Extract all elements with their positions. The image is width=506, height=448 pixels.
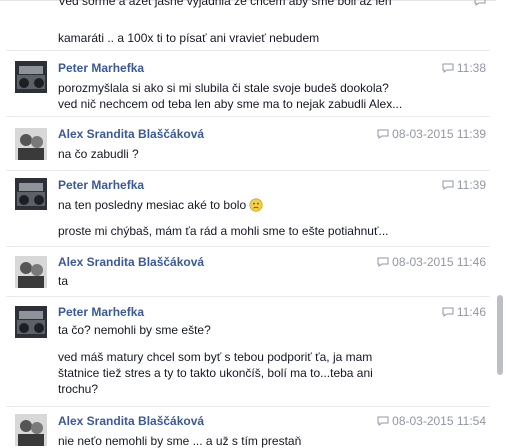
scrollbar-thumb[interactable] bbox=[497, 295, 503, 375]
message-group: Peter Marhefka 11:38 porozmyšlala si ako… bbox=[0, 50, 496, 116]
message-text: porozmyšlala si ako si mi slubila či sta… bbox=[58, 81, 389, 95]
author-name[interactable]: Peter Marhefka bbox=[58, 178, 144, 192]
message-text: štatnice tiež stres a ty to takto ukončí… bbox=[58, 366, 373, 380]
message-group: Alex Srandita Blaščáková 08-03-2015 11:4… bbox=[0, 246, 496, 296]
avatar[interactable] bbox=[15, 61, 47, 93]
avatar[interactable] bbox=[15, 128, 47, 160]
message-text-with-emoji: na ten posledny mesiac aké to bolo bbox=[58, 197, 264, 216]
timestamp-text: 11:46 bbox=[456, 305, 486, 319]
message-group: Peter Marhefka 11:39 na ten posledny mes… bbox=[0, 170, 496, 246]
message-text: ved nič nechcem od teba len aby sme ma t… bbox=[58, 97, 403, 111]
separator bbox=[6, 296, 490, 297]
timestamp-text: 11:39 bbox=[456, 178, 486, 192]
message-bubble-icon bbox=[474, 0, 486, 9]
author-name[interactable]: Alex Srandita Blaščáková bbox=[58, 414, 204, 428]
separator bbox=[6, 50, 490, 51]
author-name[interactable]: Alex Srandita Blaščáková bbox=[58, 255, 204, 269]
avatar[interactable] bbox=[15, 256, 47, 288]
message-bubble-icon bbox=[377, 256, 389, 270]
message-bubble-icon bbox=[377, 128, 389, 142]
chat-conversation: Ved sorme a azet jasne vyjadrila ze chce… bbox=[0, 0, 496, 448]
message-timestamp: 08-03-2015 11:54 bbox=[377, 414, 486, 429]
avatar[interactable] bbox=[15, 306, 47, 338]
message-group: Peter Marhefka 11:46 ta čo? nemohli by s… bbox=[0, 296, 496, 406]
message-bubble-icon bbox=[442, 306, 454, 320]
avatar-photo bbox=[15, 414, 47, 446]
author-name[interactable]: Peter Marhefka bbox=[58, 305, 144, 319]
message-text: ta bbox=[58, 274, 69, 288]
separator bbox=[6, 170, 490, 171]
message-text: ta čo? nemohli by sme ešte? bbox=[58, 323, 211, 337]
slightly-frowning-face-icon bbox=[249, 198, 264, 216]
message-text: proste mi chýbaš, mám ťa rád a mohli sme… bbox=[58, 224, 389, 238]
message-text: na čo zabudli ? bbox=[58, 147, 139, 161]
avatar[interactable] bbox=[15, 178, 47, 210]
avatar[interactable] bbox=[15, 414, 47, 446]
message-bubble-icon bbox=[442, 179, 454, 193]
avatar-photo bbox=[15, 178, 47, 210]
message-group: Alex Srandita Blaščáková 08-03-2015 11:3… bbox=[0, 116, 496, 170]
separator bbox=[6, 406, 490, 407]
separator bbox=[6, 116, 490, 117]
scrollbar-track[interactable] bbox=[496, 0, 506, 448]
timestamp-text: 08-03-2015 11:54 bbox=[392, 414, 486, 428]
message-text: ved máš matury chcel som byť s tebou pod… bbox=[58, 350, 373, 364]
message-timestamp: 11:39 bbox=[442, 178, 486, 193]
message-text: kamaráti .. a 100x ti to písať ani vravi… bbox=[58, 31, 320, 45]
author-name[interactable]: Alex Srandita Blaščáková bbox=[58, 127, 204, 141]
message-bubble-icon bbox=[442, 62, 454, 76]
message-text: trochu? bbox=[58, 382, 99, 396]
message-timestamp: 08-03-2015 11:39 bbox=[377, 127, 486, 142]
timestamp-text: 08-03-2015 11:46 bbox=[392, 255, 486, 269]
message-text: na ten posledny mesiac aké to bolo bbox=[58, 198, 247, 212]
message-timestamp: 08-03-2015 11:46 bbox=[377, 255, 486, 270]
timestamp-text: 11:38 bbox=[456, 61, 486, 75]
message-bubble-icon bbox=[377, 415, 389, 429]
message-text: Ved sorme a azet jasne vyjadrila ze chce… bbox=[58, 0, 392, 8]
message-timestamp: 11:46 bbox=[442, 305, 486, 320]
message-group: Alex Srandita Blaščáková 08-03-2015 11:5… bbox=[0, 406, 496, 448]
message-text: nie neťo nemohli by sme ... a už s tím p… bbox=[58, 434, 302, 448]
author-name[interactable]: Peter Marhefka bbox=[58, 61, 144, 75]
avatar-photo bbox=[15, 256, 47, 288]
separator bbox=[6, 246, 490, 247]
avatar-photo bbox=[15, 128, 47, 160]
avatar-photo bbox=[15, 306, 47, 338]
timestamp-text: 08-03-2015 11:39 bbox=[392, 127, 486, 141]
message-continuation: Ved sorme a azet jasne vyjadrila ze chce… bbox=[0, 0, 496, 50]
avatar-photo bbox=[15, 61, 47, 93]
message-timestamp: 11:38 bbox=[442, 61, 486, 76]
